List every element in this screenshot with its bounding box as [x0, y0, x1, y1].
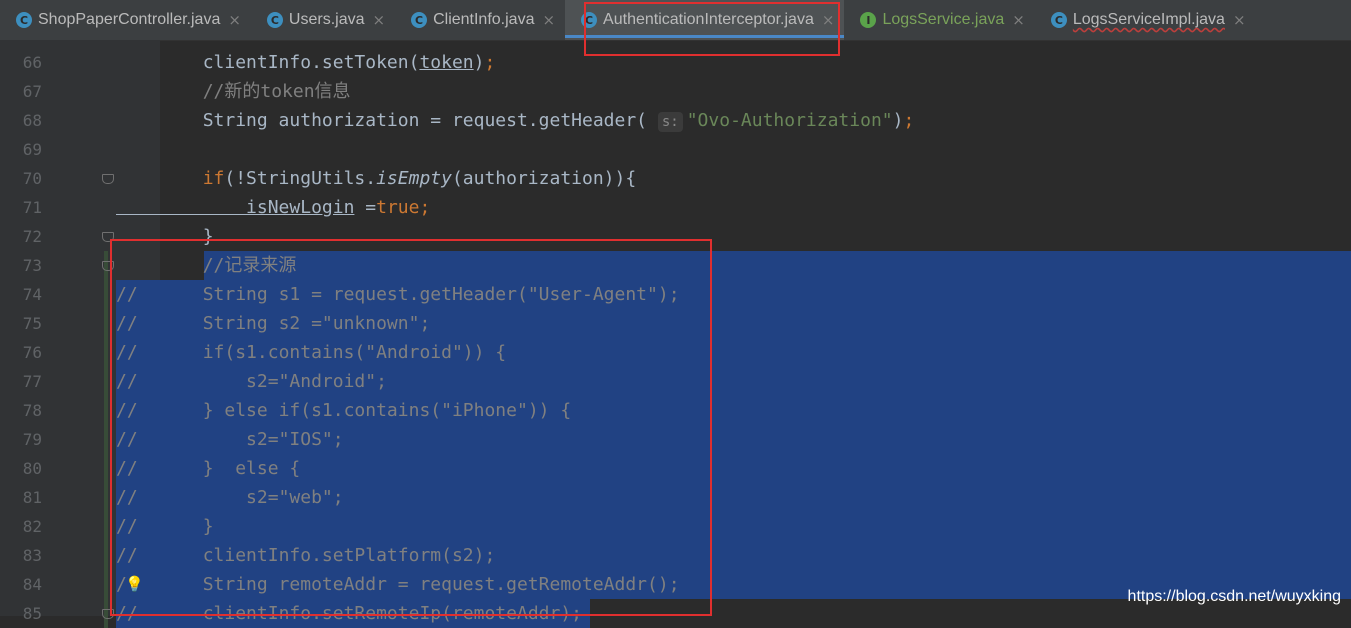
vcs-change-marker — [104, 396, 108, 425]
code-text: isNewLogin =true; — [116, 193, 430, 222]
vcs-change-marker — [104, 570, 108, 599]
code-line: 70 if(!StringUtils.isEmpty(authorization… — [0, 164, 1351, 193]
line-number: 82 — [22, 517, 42, 536]
line-number: 83 — [22, 546, 42, 565]
code-token: ) — [892, 110, 904, 131]
close-tab-icon[interactable]: × — [228, 11, 241, 29]
code-token: //新的token信息 — [116, 81, 351, 102]
code-token: true; — [376, 197, 431, 218]
vcs-change-marker — [104, 280, 108, 309]
close-tab-icon[interactable]: × — [1233, 11, 1246, 29]
line-number: 72 — [22, 227, 42, 246]
line-number: 67 — [22, 82, 42, 101]
class-icon: C — [16, 12, 32, 28]
code-text: clientInfo.setToken(token); — [116, 48, 496, 77]
line-number: 81 — [22, 488, 42, 507]
code-token: ) — [473, 52, 485, 73]
line-number: 68 — [22, 111, 42, 130]
class-icon: C — [266, 12, 283, 28]
line-number: 79 — [22, 430, 42, 449]
code-token: clientInfo.setToken( — [116, 52, 420, 73]
class-icon: C — [1050, 12, 1067, 28]
code-token: if — [116, 168, 225, 189]
tab-label: ClientInfo.java — [433, 11, 535, 28]
line-number: 75 — [22, 314, 42, 333]
line-number: 71 — [22, 198, 42, 217]
code-line: 68 String authorization = request.getHea… — [0, 106, 1351, 135]
line-number: 80 — [22, 459, 42, 478]
line-number: 85 — [22, 604, 42, 623]
class-icon: C — [411, 12, 428, 28]
tab-shoppapercontroller[interactable]: C ShopPaperController.java × — [0, 0, 251, 40]
code-token: token — [419, 52, 474, 73]
vcs-change-marker — [104, 338, 108, 367]
vcs-change-marker — [104, 454, 108, 483]
fold-marker-icon[interactable] — [102, 174, 114, 184]
line-number: 70 — [22, 169, 42, 188]
code-line: 69 — [0, 135, 1351, 164]
code-text: String authorization = request.getHeader… — [116, 106, 914, 135]
tab-label: LogsServiceImpl.java — [1072, 11, 1225, 28]
line-number: 74 — [22, 285, 42, 304]
tab-logsserviceimpl[interactable]: C LogsServiceImpl.java × — [1035, 0, 1256, 40]
line-number: 76 — [22, 343, 42, 362]
commented-code-highlight-box — [110, 239, 712, 616]
active-tab-highlight-box — [584, 2, 840, 56]
vcs-change-marker — [104, 483, 108, 512]
parameter-hint: s: — [657, 112, 683, 132]
code-text: //新的token信息 — [116, 77, 351, 106]
close-tab-icon[interactable]: × — [373, 11, 386, 29]
code-line: 71 isNewLogin =true; — [0, 193, 1351, 222]
close-tab-icon[interactable]: × — [1012, 11, 1025, 29]
tab-clientinfo[interactable]: C ClientInfo.java × — [395, 0, 565, 40]
code-token: isEmpty — [376, 168, 452, 189]
line-number: 73 — [22, 256, 42, 275]
code-token: = — [354, 197, 377, 218]
watermark: https://blog.csdn.net/wuyxking — [1127, 588, 1341, 605]
code-text: if(!StringUtils.isEmpty(authorization)){ — [116, 164, 637, 193]
vcs-change-marker — [104, 512, 108, 541]
vcs-change-marker — [104, 541, 108, 570]
code-line: 67 //新的token信息 — [0, 77, 1351, 106]
line-number: 77 — [22, 372, 42, 391]
vcs-change-marker — [104, 309, 108, 338]
line-number: 84 — [22, 575, 42, 594]
tab-label: ShopPaperController.java — [38, 11, 221, 28]
code-token: "Ovo-Authorization" — [686, 110, 893, 131]
vcs-change-marker — [104, 367, 108, 396]
line-number: 66 — [22, 53, 42, 72]
tab-label: Users.java — [288, 11, 365, 28]
line-number: 78 — [22, 401, 42, 420]
tab-logsservice[interactable]: I LogsService.java × — [844, 0, 1034, 40]
vcs-change-marker — [104, 425, 108, 454]
code-token: ; — [903, 110, 915, 131]
interface-icon: I — [860, 12, 877, 28]
code-token: (authorization)){ — [451, 168, 637, 189]
close-tab-icon[interactable]: × — [542, 11, 555, 29]
code-token: (!StringUtils. — [224, 168, 377, 189]
tab-users[interactable]: C Users.java × — [251, 0, 395, 40]
code-token: isNewLogin — [116, 197, 355, 218]
tab-label: LogsService.java — [882, 11, 1005, 28]
code-token: ; — [484, 52, 496, 73]
code-token: String authorization = request.getHeader… — [116, 110, 658, 131]
line-number: 69 — [22, 140, 42, 159]
